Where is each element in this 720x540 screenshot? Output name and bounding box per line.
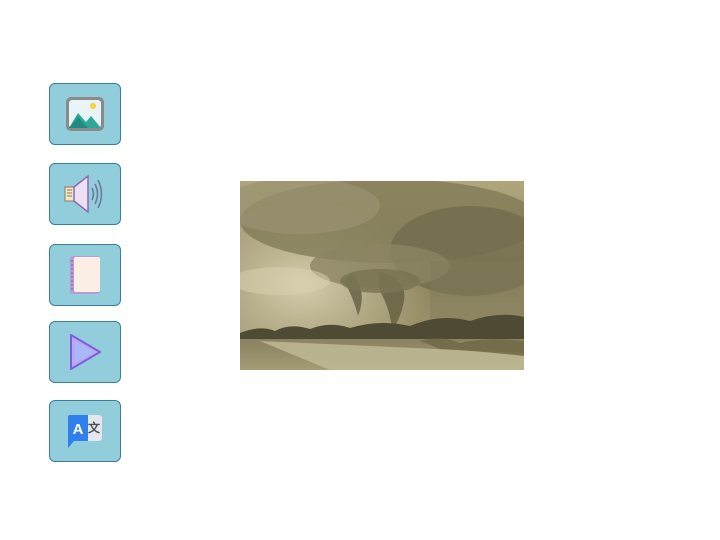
tornado-photo: [240, 181, 524, 370]
translate-glyph-cjk: 文: [88, 420, 101, 435]
notebook-icon: [67, 254, 103, 296]
image-button[interactable]: [49, 83, 121, 145]
book-button[interactable]: [49, 244, 121, 306]
image-icon: [64, 95, 106, 133]
play-button[interactable]: [49, 321, 121, 383]
translate-icon: A 文: [64, 411, 106, 451]
translate-glyph-latin: A: [73, 421, 84, 438]
speaker-icon: [62, 172, 108, 216]
audio-button[interactable]: [49, 163, 121, 225]
translate-button[interactable]: A 文: [49, 400, 121, 462]
play-icon: [67, 332, 103, 372]
